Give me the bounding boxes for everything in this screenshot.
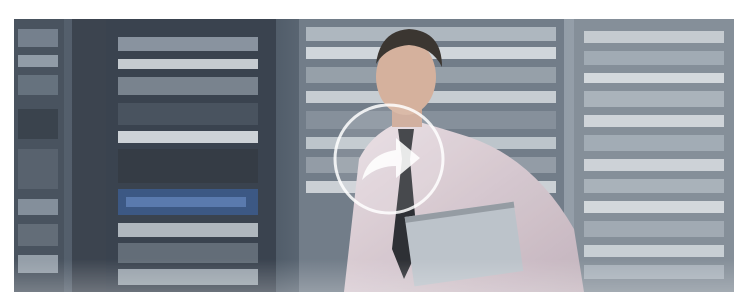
play-arrow-icon [333, 103, 445, 215]
video-player[interactable] [14, 19, 734, 292]
page [0, 0, 734, 292]
play-button[interactable] [332, 102, 446, 216]
